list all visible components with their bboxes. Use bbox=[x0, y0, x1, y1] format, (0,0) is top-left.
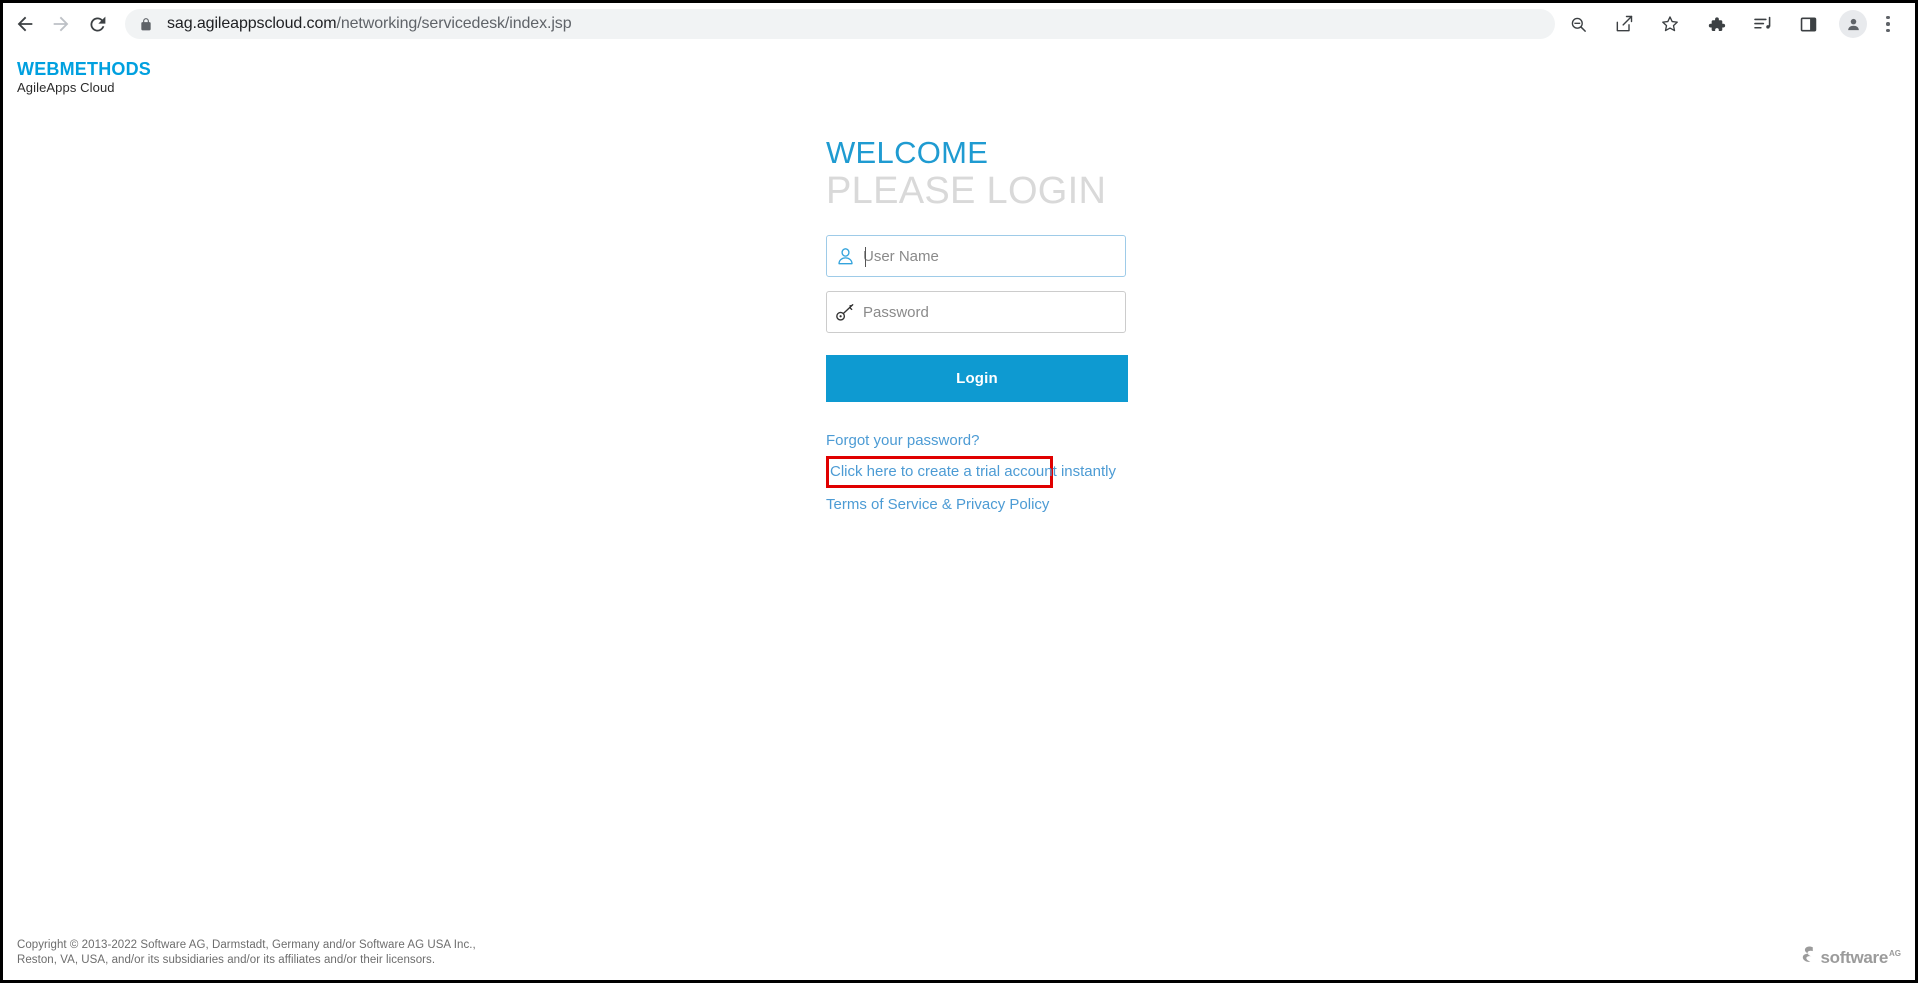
forgot-password-link[interactable]: Forgot your password? bbox=[826, 432, 979, 449]
copyright-line-1: Copyright © 2013-2022 Software AG, Darms… bbox=[17, 939, 476, 951]
password-input[interactable] bbox=[863, 292, 1125, 332]
browser-toolbar: sag.agileappscloud.com/networking/servic… bbox=[3, 3, 1915, 46]
key-icon bbox=[827, 301, 863, 323]
kebab-dot bbox=[1886, 28, 1890, 33]
login-panel: WELCOME PLEASE LOGIN User Name Login For… bbox=[826, 135, 1136, 517]
media-playlist-icon[interactable] bbox=[1745, 7, 1779, 41]
software-ag-mark-icon bbox=[1802, 946, 1815, 968]
url-host: sag.agileappscloud.com bbox=[167, 15, 337, 32]
url-text: sag.agileappscloud.com/networking/servic… bbox=[167, 15, 572, 33]
trial-account-highlight-box: Click here to create a trial account ins… bbox=[826, 456, 1116, 488]
text-caret bbox=[865, 247, 866, 267]
terms-of-service-link[interactable]: Terms of Service bbox=[826, 496, 938, 513]
url-path: /networking/servicedesk/index.jsp bbox=[336, 15, 572, 32]
bookmark-star-icon[interactable] bbox=[1653, 7, 1687, 41]
brand-title: WEBMETHODS bbox=[17, 59, 151, 79]
extensions-puzzle-icon[interactable] bbox=[1699, 7, 1733, 41]
user-icon bbox=[827, 246, 863, 267]
kebab-dot bbox=[1886, 22, 1890, 26]
password-field[interactable] bbox=[826, 291, 1126, 333]
arrow-right-icon bbox=[53, 16, 69, 32]
address-bar[interactable]: sag.agileappscloud.com/networking/servic… bbox=[125, 9, 1555, 39]
reload-icon bbox=[89, 16, 105, 31]
browser-window: sag.agileappscloud.com/networking/servic… bbox=[0, 0, 1918, 983]
kebab-dot bbox=[1886, 15, 1890, 20]
login-button[interactable]: Login bbox=[826, 355, 1128, 402]
software-ag-wordmark: software bbox=[1820, 948, 1888, 967]
copyright-notice: Copyright © 2013-2022 Software AG, Darms… bbox=[17, 938, 476, 968]
username-input[interactable] bbox=[863, 236, 1125, 276]
link-separator: & bbox=[937, 496, 957, 513]
please-login-heading: PLEASE LOGIN bbox=[826, 170, 1107, 212]
username-field[interactable] bbox=[826, 235, 1126, 277]
software-ag-logo: software AG bbox=[1802, 946, 1901, 968]
zoom-out-icon[interactable] bbox=[1561, 7, 1595, 41]
auxiliary-links: Forgot your password? Click here to crea… bbox=[826, 429, 1136, 517]
brand-logo: WEBMETHODS AgileApps Cloud bbox=[17, 59, 151, 96]
share-icon[interactable] bbox=[1607, 7, 1641, 41]
toolbar-actions bbox=[1555, 7, 1915, 41]
chrome-menu-button[interactable] bbox=[1875, 7, 1901, 41]
profile-avatar[interactable] bbox=[1839, 10, 1867, 38]
welcome-heading: WELCOME bbox=[826, 135, 989, 170]
lock-icon bbox=[139, 16, 153, 33]
copyright-line-2: Reston, VA, USA, and/or its subsidiaries… bbox=[17, 954, 436, 966]
privacy-policy-link[interactable]: Privacy Policy bbox=[956, 496, 1049, 513]
forward-button[interactable] bbox=[47, 7, 75, 41]
brand-subtitle: AgileApps Cloud bbox=[17, 80, 115, 95]
back-button[interactable] bbox=[11, 7, 39, 41]
trial-account-link[interactable]: Click here to create a trial account ins… bbox=[830, 463, 1116, 480]
page-content: WEBMETHODS AgileApps Cloud WELCOME PLEAS… bbox=[3, 45, 1915, 980]
reload-button[interactable] bbox=[83, 7, 111, 41]
side-panel-icon[interactable] bbox=[1791, 7, 1825, 41]
person-icon bbox=[1847, 18, 1859, 30]
terms-privacy-row: Terms of Service & Privacy Policy bbox=[826, 493, 1136, 517]
arrow-left-icon bbox=[17, 16, 33, 32]
forgot-password-row: Forgot your password? bbox=[826, 429, 1136, 453]
trial-account-row: Click here to create a trial account ins… bbox=[830, 460, 1116, 484]
software-ag-suffix: AG bbox=[1889, 949, 1901, 958]
